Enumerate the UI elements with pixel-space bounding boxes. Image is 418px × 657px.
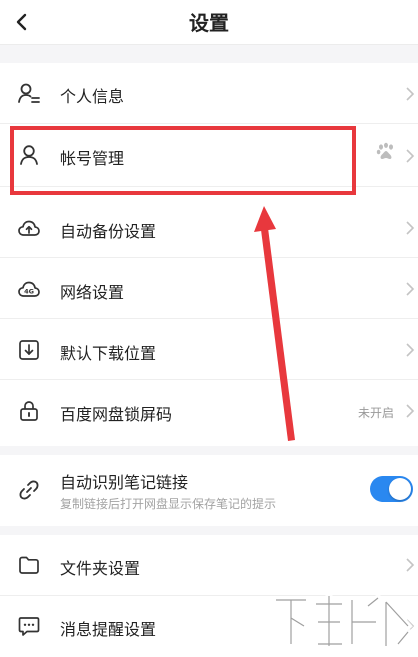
notification-settings-label: 消息提醒设置	[60, 620, 157, 639]
download-location-label: 默认下载位置	[60, 344, 157, 363]
chevron-right-icon	[406, 282, 415, 296]
note-link-description: 复制链接后打开网盘显示保存笔记的提示	[60, 497, 277, 511]
auto-backup-row[interactable]: 自动备份设置	[0, 197, 418, 258]
chat-bubble-icon	[18, 617, 40, 636]
chevron-right-icon	[406, 343, 415, 357]
network-settings-row[interactable]: 4G 网络设置	[0, 258, 418, 319]
chevron-right-icon	[406, 558, 415, 572]
note-link-row: 自动识别笔记链接 复制链接后打开网盘显示保存笔记的提示	[0, 455, 418, 526]
download-location-row[interactable]: 默认下载位置	[0, 319, 418, 380]
screen-lock-status: 未开启	[357, 406, 394, 420]
network-settings-label: 网络设置	[60, 283, 125, 302]
watermark-logo	[272, 592, 413, 650]
highlight-box	[10, 126, 356, 195]
note-link-label: 自动识别笔记链接	[60, 473, 189, 492]
folder-settings-label: 文件夹设置	[60, 559, 141, 578]
chevron-right-icon	[406, 221, 415, 235]
chevron-right-icon	[406, 87, 415, 101]
person-list-icon	[18, 83, 40, 103]
cloud-upload-icon	[18, 220, 40, 236]
screen-lock-row[interactable]: 百度网盘锁屏码 未开启	[0, 380, 418, 441]
baidu-paw-icon	[376, 142, 393, 159]
page-title: 设置	[189, 11, 229, 35]
header: 设置	[0, 0, 418, 45]
download-icon	[19, 340, 39, 360]
toggle-knob	[389, 478, 411, 500]
auto-backup-label: 自动备份设置	[60, 222, 157, 241]
personal-info-label: 个人信息	[60, 87, 125, 106]
screen-lock-label: 百度网盘锁屏码	[60, 405, 173, 424]
lock-icon	[20, 401, 38, 421]
cloud-4g-icon: 4G	[18, 281, 40, 297]
settings-group-2: 自动识别笔记链接 复制链接后打开网盘显示保存笔记的提示	[0, 455, 418, 526]
folder-icon	[19, 556, 39, 574]
personal-info-row[interactable]: 个人信息	[0, 63, 418, 124]
link-icon	[19, 480, 39, 500]
chevron-right-icon	[406, 404, 415, 418]
cloud-4g-text: 4G	[24, 288, 34, 296]
note-link-toggle[interactable]	[370, 476, 413, 502]
settings-group-1: 个人信息 帐号管理 自动备份设置 4G 网络设置 默认下载位置 百度网盘锁屏码 …	[0, 63, 418, 446]
chevron-right-icon	[406, 149, 415, 163]
